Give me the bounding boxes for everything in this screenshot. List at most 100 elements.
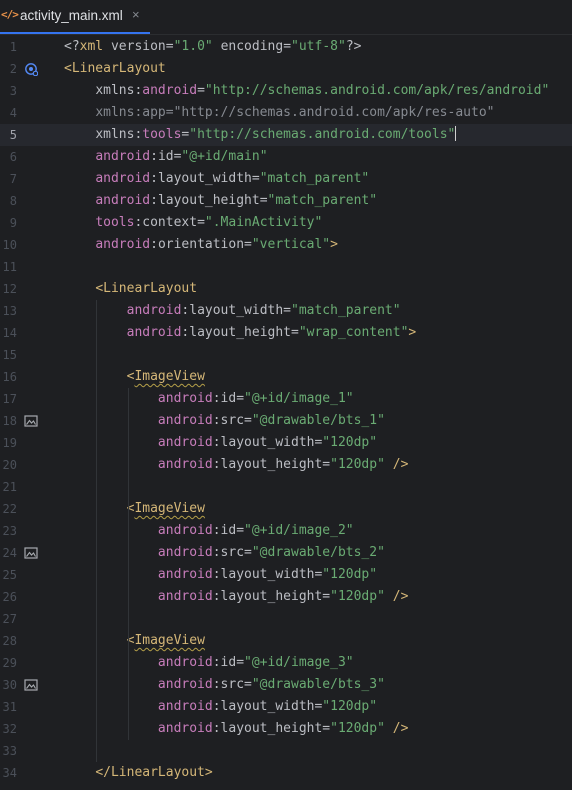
code-text: android:id="@+id/image_2" [157,523,354,538]
code-line[interactable]: 10 android:orientation="vertical"> [0,234,572,256]
tab-activity-main-xml[interactable]: </> activity_main.xml × [0,0,150,34]
code-line[interactable]: 21 [0,476,572,498]
line-number: 27 [2,612,17,626]
line-number: 17 [2,392,17,406]
code-line[interactable]: 4 xmlns:app="http://schemas.android.com/… [0,102,572,124]
line-number: 15 [2,348,17,362]
line-number: 9 [9,216,17,230]
image-icon[interactable] [24,678,38,692]
xml-file-icon: </> [1,8,19,21]
code-text: <ImageView [126,633,205,648]
code-line[interactable]: 32 android:layout_height="120dp" /> [0,718,572,740]
code-line[interactable]: 8 android:layout_height="match_parent" [0,190,572,212]
line-number: 31 [2,700,17,714]
code-line[interactable]: 24 android:src="@drawable/bts_2" [0,542,572,564]
line-number: 14 [2,326,17,340]
code-text: android:id="@+id/main" [95,149,268,164]
code-line[interactable]: 30 android:src="@drawable/bts_3" [0,674,572,696]
line-number: 18 [2,414,17,428]
code-text: android:layout_width="match_parent" [126,303,401,318]
line-number: 3 [9,84,17,98]
line-number: 25 [2,568,17,582]
code-line[interactable]: 2 <LinearLayout [0,58,572,80]
code-line[interactable]: 6 android:id="@+id/main" [0,146,572,168]
close-icon[interactable]: × [132,7,140,22]
code-line[interactable]: 34 </LinearLayout> [0,762,572,784]
line-number: 21 [2,480,17,494]
code-text: android:layout_height="120dp" /> [157,721,409,736]
code-line[interactable]: 16 <ImageView [0,366,572,388]
line-number: 6 [9,150,17,164]
image-icon[interactable] [24,414,38,428]
indent-guide [128,388,129,740]
line-number: 20 [2,458,17,472]
line-number: 2 [9,62,17,76]
code-line[interactable]: 25 android:layout_width="120dp" [0,564,572,586]
code-text: android:layout_width="match_parent" [95,171,370,186]
line-number: 32 [2,722,17,736]
code-line[interactable]: 17 android:id="@+id/image_1" [0,388,572,410]
line-number: 8 [9,194,17,208]
line-number: 30 [2,678,17,692]
text-cursor [455,126,457,141]
line-number: 5 [9,128,17,142]
line-number: 28 [2,634,17,648]
code-text: </LinearLayout> [95,765,213,780]
line-number: 10 [2,238,17,252]
line-number: 11 [2,260,17,274]
code-line[interactable]: 12 <LinearLayout [0,278,572,300]
code-line[interactable]: 13 android:layout_width="match_parent" [0,300,572,322]
code-text: android:layout_width="120dp" [157,567,378,582]
line-number: 33 [2,744,17,758]
code-text: android:src="@drawable/bts_3" [157,677,385,692]
layout-preview-icon[interactable] [24,62,38,76]
code-text: <LinearLayout [95,281,198,296]
line-number: 7 [9,172,17,186]
code-line[interactable]: 31 android:layout_width="120dp" [0,696,572,718]
line-number: 1 [9,40,17,54]
editor-tab-bar: </> activity_main.xml × [0,0,572,35]
code-text: android:layout_height="120dp" /> [157,589,409,604]
line-number: 16 [2,370,17,384]
code-line[interactable]: 18 android:src="@drawable/bts_1" [0,410,572,432]
code-text: xmlns:android="http://schemas.android.co… [95,83,550,98]
line-number: 12 [2,282,17,296]
code-text: android:id="@+id/image_3" [157,655,354,670]
image-icon[interactable] [24,546,38,560]
code-line[interactable]: 20 android:layout_height="120dp" /> [0,454,572,476]
code-line[interactable]: 22 <ImageView [0,498,572,520]
code-line[interactable]: 7 android:layout_width="match_parent" [0,168,572,190]
code-line[interactable]: 28 <ImageView [0,630,572,652]
code-line[interactable]: 14 android:layout_height="wrap_content"> [0,322,572,344]
code-text: xmlns:tools="http://schemas.android.com/… [95,126,457,142]
code-text: <?xml version="1.0" encoding="utf-8"?> [64,39,362,54]
line-number: 13 [2,304,17,318]
code-text: android:layout_height="match_parent" [95,193,378,208]
code-text: <LinearLayout [64,61,166,76]
code-line[interactable]: 26 android:layout_height="120dp" /> [0,586,572,608]
code-text: android:layout_width="120dp" [157,435,378,450]
code-text: android:src="@drawable/bts_1" [157,413,385,428]
code-text: android:layout_height="wrap_content"> [126,325,417,340]
line-number: 26 [2,590,17,604]
code-text: android:orientation="vertical"> [95,237,338,252]
code-editor[interactable]: 1 <?xml version="1.0" encoding="utf-8"?> 2… [0,36,572,790]
code-line[interactable]: 11 [0,256,572,278]
code-line[interactable]: 3 xmlns:android="http://schemas.android.… [0,80,572,102]
code-text: android:src="@drawable/bts_2" [157,545,385,560]
code-line[interactable]: 29 android:id="@+id/image_3" [0,652,572,674]
code-line[interactable]: 33 [0,740,572,762]
line-number: 23 [2,524,17,538]
code-text: android:layout_height="120dp" /> [157,457,409,472]
code-text: android:layout_width="120dp" [157,699,378,714]
code-text: <ImageView [126,369,205,384]
code-text: <ImageView [126,501,205,516]
code-line[interactable]: 23 android:id="@+id/image_2" [0,520,572,542]
tab-title: activity_main.xml [20,8,123,23]
code-line[interactable]: 9 tools:context=".MainActivity" [0,212,572,234]
code-line[interactable]: 5 xmlns:tools="http://schemas.android.co… [0,124,572,146]
code-line[interactable]: 19 android:layout_width="120dp" [0,432,572,454]
code-line[interactable]: 15 [0,344,572,366]
code-line[interactable]: 27 [0,608,572,630]
code-line[interactable]: 1 <?xml version="1.0" encoding="utf-8"?> [0,36,572,58]
